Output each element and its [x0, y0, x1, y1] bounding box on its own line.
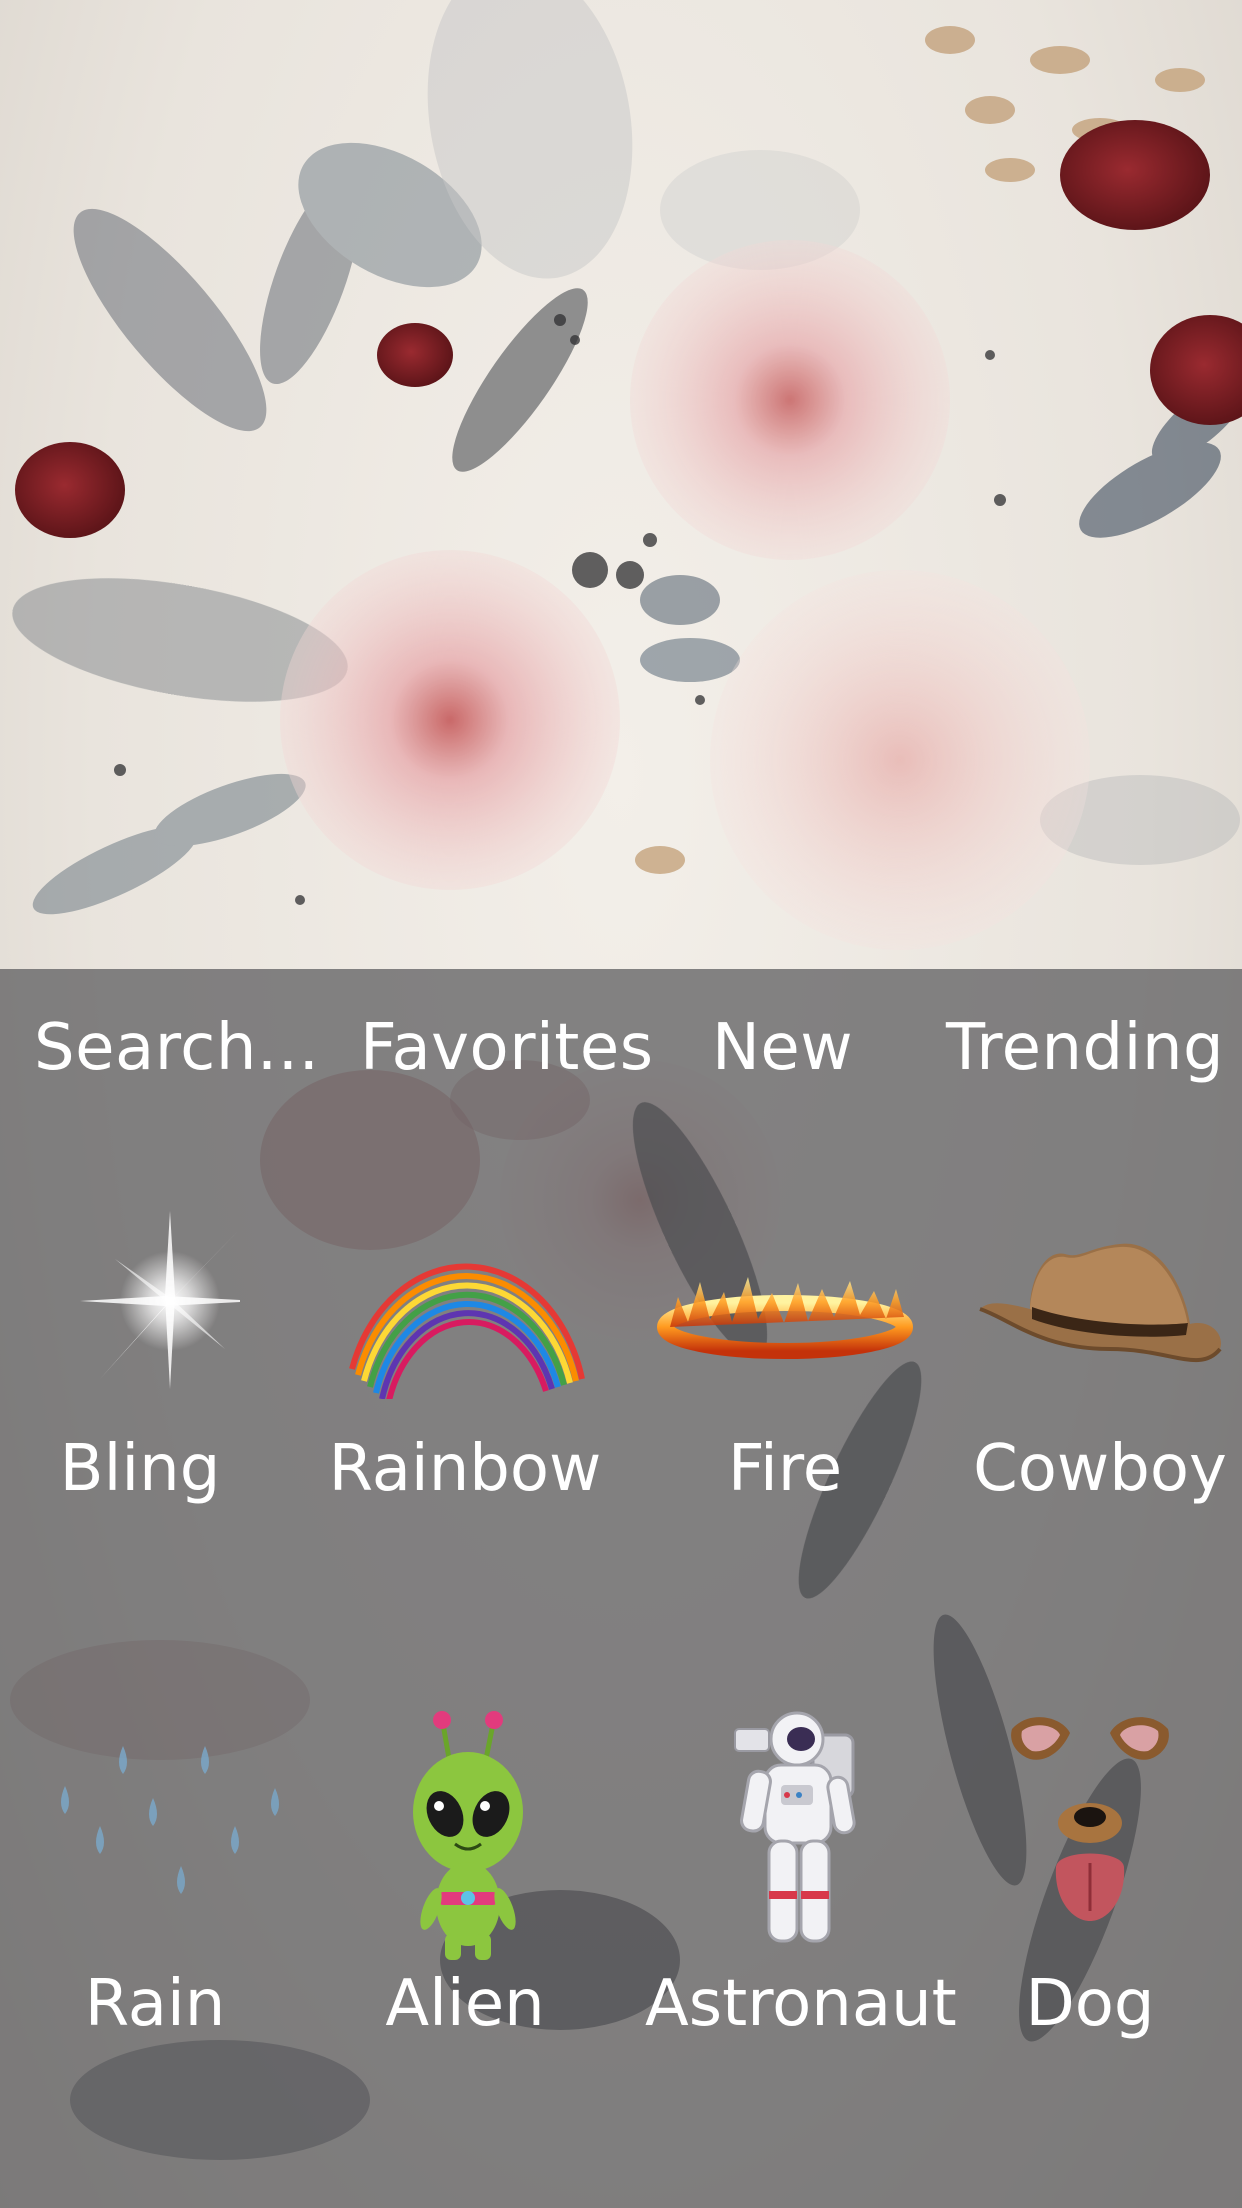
- tab-search[interactable]: Search...: [34, 1003, 319, 1093]
- filter-label: Astronaut: [645, 1967, 957, 2041]
- alien-icon: [310, 1694, 620, 1964]
- filter-rain[interactable]: Rain: [0, 1734, 310, 2054]
- filter-label: Bling: [59, 1432, 221, 1506]
- filter-bling[interactable]: Bling: [0, 1199, 295, 1519]
- filter-label: Alien: [385, 1967, 545, 2041]
- filter-fire[interactable]: Fire: [630, 1199, 940, 1519]
- filter-tabs: Search... Favorites New Trending: [0, 969, 1242, 1119]
- rainbow-icon: [310, 1199, 620, 1399]
- tab-favorites[interactable]: Favorites: [360, 1003, 654, 1093]
- filter-alien[interactable]: Alien: [310, 1711, 620, 2054]
- filter-label: Fire: [727, 1432, 843, 1506]
- filter-dog[interactable]: Dog: [935, 1717, 1242, 2054]
- sparkle-icon: [0, 1199, 295, 1399]
- raindrops-icon: [0, 1734, 310, 1934]
- cowboy-hat-icon: [945, 1199, 1242, 1399]
- filter-cowboy[interactable]: Cowboy: [945, 1199, 1242, 1519]
- dog-face-icon: [935, 1694, 1242, 1964]
- tab-new[interactable]: New: [712, 1003, 853, 1093]
- fire-ring-icon: [630, 1199, 940, 1399]
- tab-trending[interactable]: Trending: [946, 1003, 1224, 1093]
- filter-label: Dog: [1025, 1967, 1155, 2041]
- astronaut-icon: [645, 1694, 955, 1964]
- filter-rainbow[interactable]: Rainbow: [310, 1199, 620, 1519]
- filter-panel: Search... Favorites New Trending Bling R…: [0, 969, 1242, 2208]
- filter-astronaut[interactable]: Astronaut: [645, 1711, 957, 2054]
- filter-label: Rainbow: [328, 1432, 602, 1506]
- filter-label: Rain: [84, 1967, 226, 2041]
- filter-label: Cowboy: [973, 1432, 1227, 1506]
